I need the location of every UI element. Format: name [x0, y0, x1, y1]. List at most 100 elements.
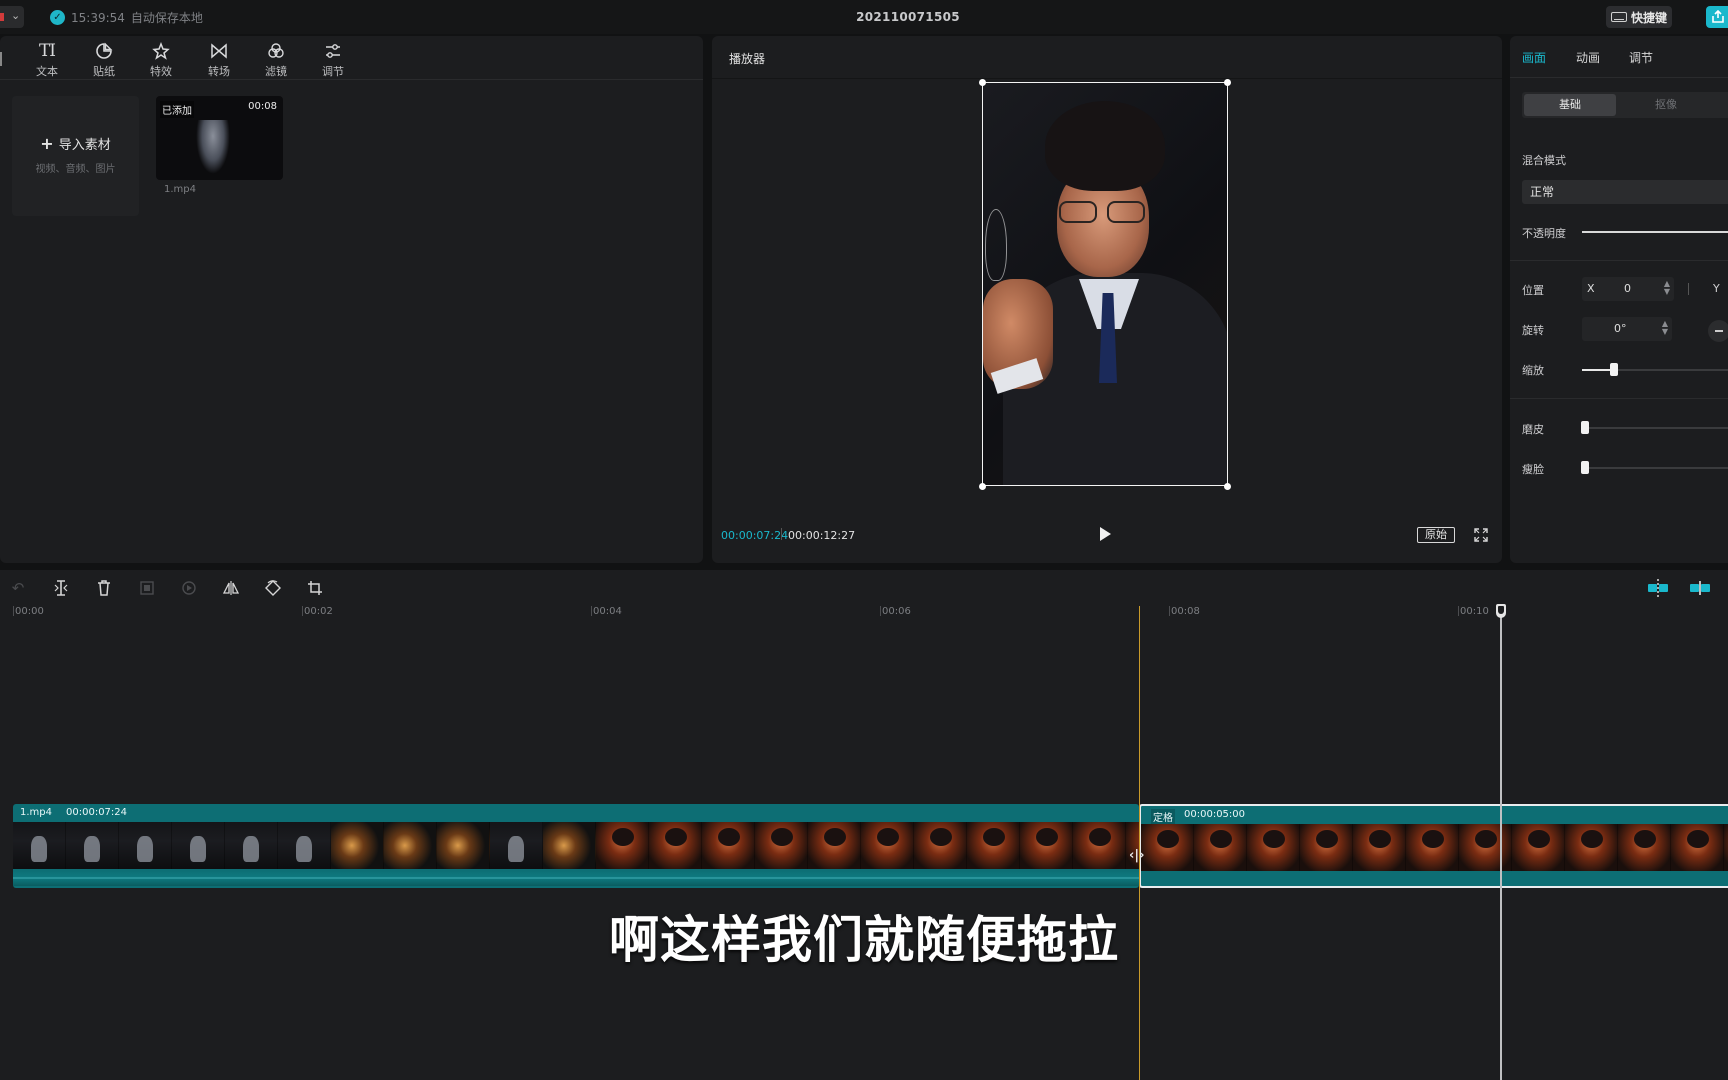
transition-icon [197, 40, 241, 62]
playhead[interactable] [1500, 606, 1502, 1080]
timecode-separator [781, 528, 782, 540]
media-toolbar: TI 文本 贴纸 特效 转场 滤镜 调节 [0, 36, 703, 80]
resize-handle[interactable] [1224, 483, 1231, 490]
import-hint: 视频、音频、图片 [35, 164, 116, 175]
tool-adjust[interactable]: 调节 [311, 40, 355, 79]
clip-duration: 00:00:05:00 [1184, 809, 1246, 820]
film-frame [967, 822, 1020, 869]
blend-mode-select[interactable]: 正常 [1522, 180, 1728, 204]
current-timecode: 00:00:07:24 [721, 529, 789, 542]
tool-label: 文本 [36, 65, 58, 78]
play-icon[interactable] [1100, 527, 1111, 541]
smooth-skin-knob[interactable] [1581, 421, 1589, 434]
keyboard-icon [1610, 12, 1627, 22]
tool-text[interactable]: TI 文本 [25, 40, 69, 79]
filter-icon [254, 40, 298, 62]
video-preview[interactable] [982, 82, 1228, 486]
time-ruler[interactable]: 00:00 00:02 00:04 00:06 00:08 00:10 [0, 606, 1728, 620]
film-frame [1671, 824, 1724, 871]
film-frame [172, 822, 225, 869]
field-separator [1688, 283, 1689, 295]
divider [1510, 398, 1728, 399]
rotate-reset-button[interactable] [1708, 320, 1728, 342]
film-frame [1512, 824, 1565, 871]
opacity-slider[interactable] [1582, 231, 1728, 233]
freeze-clip[interactable]: 定格 00:00:05:00 [1139, 804, 1728, 888]
properties-panel: 画面 动画 调节 基础 抠像 混合模式 正常 不透明度 位置 X 0 ▲ ▼ Y … [1510, 36, 1728, 563]
resize-handle[interactable] [979, 483, 986, 490]
resize-handle[interactable] [979, 79, 986, 86]
export-button[interactable] [1706, 6, 1728, 28]
tool-effects[interactable]: 特效 [139, 40, 183, 79]
rotation-field[interactable]: 0° ▲ ▼ [1582, 317, 1672, 341]
film-frame [755, 822, 808, 869]
plus-icon: + [40, 134, 54, 153]
segment-cutout[interactable]: 抠像 [1620, 94, 1712, 116]
import-label: 导入素材 [58, 138, 111, 153]
opacity-label: 不透明度 [1522, 227, 1566, 240]
media-item[interactable]: 已添加 00:08 [156, 96, 283, 180]
film-frame [331, 822, 384, 869]
tool-sticker[interactable]: 贴纸 [82, 40, 126, 79]
tab-adjust[interactable]: 调节 [1629, 49, 1653, 66]
clip-header: 定格 00:00:05:00 [1141, 806, 1728, 824]
film-frame [437, 822, 490, 869]
playhead-handle[interactable] [1496, 604, 1506, 618]
film-frame [1406, 824, 1459, 871]
fullscreen-icon[interactable] [1474, 528, 1488, 542]
y-axis-label: Y [1713, 282, 1720, 295]
timeline[interactable]: 00:00 00:02 00:04 00:06 00:08 00:10 1.mp… [0, 604, 1728, 1080]
stepper-icon[interactable]: ▲ ▼ [1662, 320, 1668, 336]
segment-basic[interactable]: 基础 [1524, 94, 1616, 116]
smooth-skin-slider[interactable] [1582, 427, 1728, 429]
hover-indicator-line [1139, 606, 1140, 1080]
film-frame [543, 822, 596, 869]
film-frame [1247, 824, 1300, 871]
audio-waveform [13, 870, 1139, 886]
subtitle-caption: 啊这样我们就随便拖拉 [609, 911, 1119, 969]
scale-slider-knob[interactable] [1610, 363, 1618, 376]
clip-filmstrip [13, 822, 1139, 869]
x-axis-label: X [1587, 282, 1595, 295]
film-frame [13, 822, 66, 869]
tab-picture[interactable]: 画面 [1522, 49, 1546, 66]
ruler-label: 00:06 [882, 606, 911, 617]
reverse-icon[interactable] [179, 578, 199, 598]
ruler-tick [1169, 606, 1170, 616]
aspect-ratio-button[interactable]: 原始 [1417, 527, 1455, 543]
link-icon[interactable] [1689, 578, 1711, 598]
tool-transition[interactable]: 转场 [197, 40, 241, 79]
media-filename: 1.mp4 [164, 184, 196, 195]
preview-glasses [1059, 201, 1151, 223]
ruler-label: 00:00 [15, 606, 44, 617]
tab-animation[interactable]: 动画 [1576, 49, 1600, 66]
stepper-icon[interactable]: ▲ ▼ [1664, 280, 1670, 296]
blend-mode-label: 混合模式 [1522, 154, 1566, 167]
slim-face-knob[interactable] [1581, 461, 1589, 474]
snap-icon[interactable] [1647, 578, 1669, 598]
delete-icon[interactable] [94, 578, 114, 598]
film-frame [278, 822, 331, 869]
crop-icon[interactable] [305, 578, 325, 598]
rotate-icon[interactable] [263, 578, 283, 598]
freeze-icon[interactable] [137, 578, 157, 598]
film-frame [490, 822, 543, 869]
clip-duration: 00:00:07:24 [66, 807, 128, 818]
import-media-button[interactable]: + 导入素材 视频、音频、图片 [12, 96, 139, 216]
position-x-field[interactable]: X 0 ▲ ▼ [1582, 277, 1674, 301]
tool-filter[interactable]: 滤镜 [254, 40, 298, 79]
video-clip[interactable]: 1.mp4 00:00:07:24 [13, 804, 1139, 888]
ruler-tick [302, 606, 303, 616]
ruler-tick [13, 606, 14, 616]
mirror-icon[interactable] [221, 578, 241, 598]
film-frame [808, 822, 861, 869]
tool-label: 调节 [322, 65, 344, 78]
shortcut-button[interactable]: 快捷键 [1606, 6, 1672, 28]
slim-face-slider[interactable] [1582, 467, 1728, 469]
split-icon[interactable] [51, 578, 71, 598]
undo-icon[interactable]: ↶ [8, 578, 28, 598]
ruler-label: 00:02 [304, 606, 333, 617]
preview-hair [1045, 101, 1165, 191]
film-frame [1073, 822, 1126, 869]
resize-handle[interactable] [1224, 79, 1231, 86]
